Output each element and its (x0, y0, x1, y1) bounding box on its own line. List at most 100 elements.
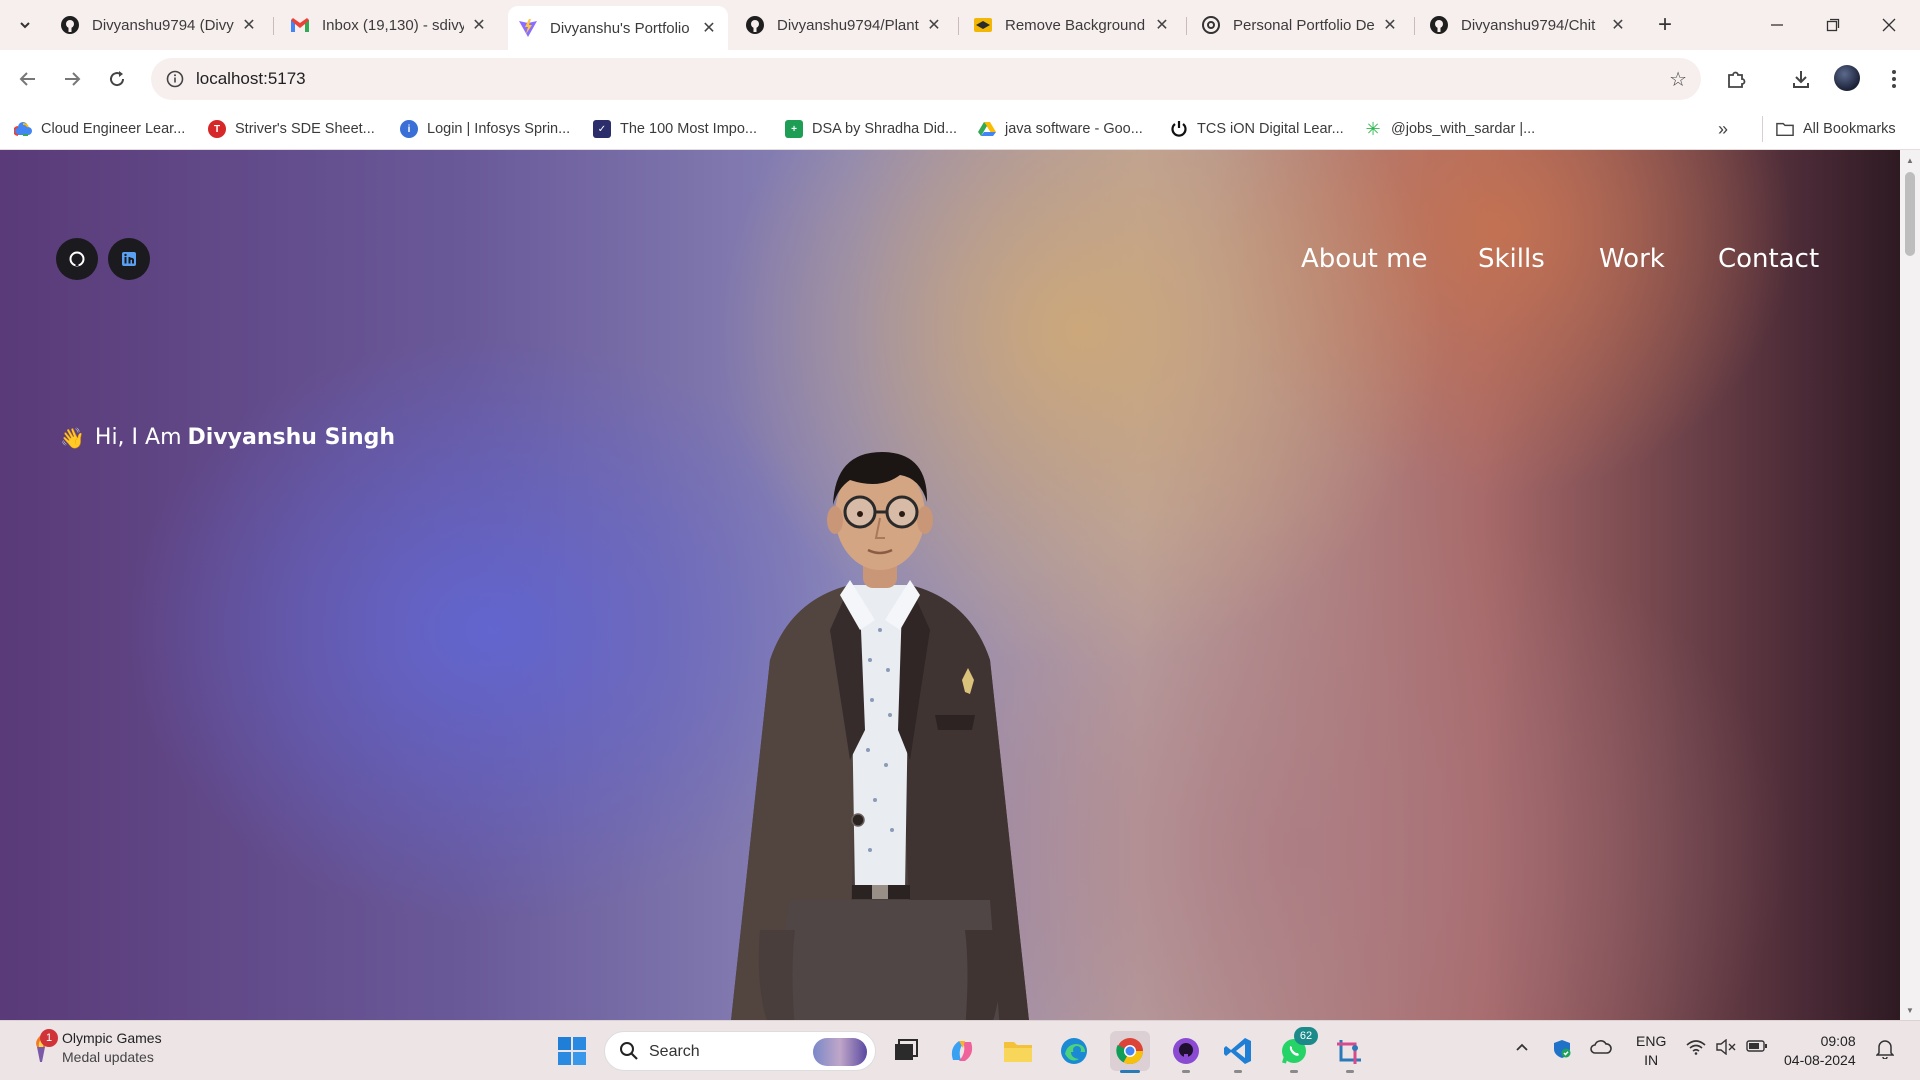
close-icon[interactable]: ✕ (1153, 16, 1171, 34)
close-window-button[interactable] (1866, 10, 1912, 40)
bookmark-tcs-ion[interactable]: TCS iON Digital Lear... (1170, 117, 1344, 141)
url-text[interactable]: localhost:5173 (196, 69, 306, 89)
bookmark-label: All Bookmarks (1803, 121, 1896, 137)
search-label: Search (649, 1043, 700, 1060)
battery-icon (1746, 1040, 1767, 1052)
linkedin-link-button[interactable] (108, 238, 150, 280)
profile-avatar[interactable] (1834, 65, 1860, 91)
bookmark-star-icon[interactable]: ☆ (1669, 67, 1687, 92)
nav-work[interactable]: Work (1599, 244, 1665, 274)
taskbar-search[interactable]: Search (604, 1031, 876, 1071)
start-button[interactable] (552, 1031, 592, 1071)
bookmark-infosys[interactable]: i Login | Infosys Sprin... (400, 117, 570, 141)
defender-tray-icon[interactable] (1552, 1039, 1572, 1064)
bookmark-cloud-engineer[interactable]: Cloud Engineer Lear... (14, 117, 185, 141)
running-indicator (1346, 1070, 1354, 1073)
chrome-icon (1116, 1038, 1144, 1065)
removebg-icon (973, 15, 993, 35)
volume-tray-icon[interactable] (1716, 1038, 1736, 1060)
wifi-tray-icon[interactable] (1686, 1039, 1706, 1060)
language-indicator[interactable]: ENG IN (1636, 1032, 1666, 1070)
tab-github-plant[interactable]: Divyanshu9794/Plant ✕ (735, 7, 953, 43)
scroll-down-icon[interactable]: ▼ (1905, 1006, 1915, 1016)
profile-portrait-image (731, 452, 1029, 1020)
more-bookmarks-button[interactable]: » (1718, 117, 1728, 141)
tab-github-profile[interactable]: Divyanshu9794 (Divy ✕ (50, 7, 268, 43)
whatsapp-button[interactable]: 62 (1274, 1027, 1318, 1073)
reload-button[interactable] (101, 63, 133, 95)
drive-icon (978, 120, 996, 138)
battery-tray-icon[interactable] (1746, 1039, 1768, 1058)
browser-toolbar: localhost:5173 ☆ (0, 50, 1920, 108)
github-icon (1429, 15, 1449, 35)
arrow-right-icon (65, 72, 81, 86)
nav-skills[interactable]: Skills (1478, 244, 1545, 274)
weather-news-widget[interactable]: 1 Olympic Games Medal updates (28, 1029, 162, 1067)
tab-gmail-inbox[interactable]: Inbox (19,130) - sdivy ✕ (280, 7, 498, 43)
snipping-tool-button[interactable] (1330, 1031, 1370, 1073)
onedrive-tray-icon[interactable] (1590, 1039, 1612, 1060)
restore-icon (1826, 18, 1840, 32)
github-icon (69, 251, 85, 267)
bookmark-dsa-shradha[interactable]: + DSA by Shradha Did... (785, 117, 957, 141)
notifications-button[interactable] (1875, 1039, 1895, 1064)
tab-title: Inbox (19,130) - sdivy (322, 16, 464, 34)
vscode-button[interactable] (1218, 1031, 1258, 1073)
bookmark-100-most[interactable]: ✓ The 100 Most Impo... (593, 117, 757, 141)
puzzle-icon (1728, 71, 1746, 88)
site-info-icon[interactable] (161, 65, 189, 93)
copilot-icon (951, 1041, 973, 1061)
tab-remove-background[interactable]: Remove Background ✕ (963, 7, 1181, 43)
address-bar[interactable]: localhost:5173 ☆ (151, 58, 1701, 100)
minimize-icon (1771, 24, 1783, 26)
wifi-icon (1686, 1040, 1706, 1055)
chrome-menu-button[interactable] (1878, 63, 1910, 95)
nav-about-me[interactable]: About me (1301, 244, 1427, 274)
github-icon (745, 15, 765, 35)
github-desktop-button[interactable] (1166, 1031, 1206, 1073)
tab-chatgpt[interactable]: Personal Portfolio De ✕ (1191, 7, 1409, 43)
chevron-down-icon (20, 22, 30, 29)
folder-icon (1776, 120, 1794, 138)
scrollbar-thumb[interactable] (1905, 172, 1915, 256)
tab-search-button[interactable] (10, 11, 40, 39)
sheets-icon: + (785, 120, 803, 138)
close-icon[interactable]: ✕ (1609, 16, 1627, 34)
close-icon[interactable]: ✕ (1381, 16, 1399, 34)
restore-button[interactable] (1810, 10, 1856, 40)
close-icon[interactable]: ✕ (925, 16, 943, 34)
task-view-button[interactable] (886, 1031, 926, 1071)
forward-button[interactable] (56, 63, 88, 95)
tab-github-chit[interactable]: Divyanshu9794/Chit ✕ (1419, 7, 1637, 43)
minimize-button[interactable] (1754, 10, 1800, 40)
system-clock[interactable]: 09:08 04-08-2024 (1784, 1032, 1856, 1070)
running-indicator (1290, 1070, 1298, 1073)
tab-strip: Divyanshu9794 (Divy ✕ Inbox (19,130) - s… (0, 0, 1920, 50)
bookmark-java-software[interactable]: java software - Goo... (978, 117, 1143, 141)
github-link-button[interactable] (56, 238, 98, 280)
bookmark-striver-sde[interactable]: T Striver's SDE Sheet... (208, 117, 375, 141)
new-tab-button[interactable]: + (1652, 11, 1678, 38)
tab-title: Divyanshu9794/Chit (1461, 16, 1596, 34)
downloads-button[interactable] (1785, 63, 1817, 95)
close-icon[interactable]: ✕ (240, 16, 258, 34)
bookmark-jobs-with-sardar[interactable]: ✳ @jobs_with_sardar |... (1364, 117, 1535, 141)
page-scrollbar[interactable]: ▲ ▼ (1900, 150, 1920, 1020)
copilot-button[interactable] (942, 1031, 982, 1071)
close-icon[interactable]: ✕ (700, 19, 718, 37)
edge-button[interactable] (1054, 1031, 1094, 1071)
all-bookmarks-button[interactable]: All Bookmarks (1776, 117, 1896, 141)
file-explorer-button[interactable] (998, 1031, 1038, 1071)
back-button[interactable] (12, 63, 44, 95)
clock-date: 04-08-2024 (1784, 1052, 1856, 1068)
close-icon[interactable]: ✕ (470, 16, 488, 34)
extensions-button[interactable] (1720, 63, 1752, 95)
snipping-tool-icon (1337, 1040, 1361, 1064)
scroll-up-icon[interactable]: ▲ (1905, 156, 1915, 166)
chrome-button[interactable] (1110, 1031, 1150, 1073)
tab-portfolio-active[interactable]: Divyanshu's Portfolio ✕ (508, 6, 728, 50)
show-hidden-icons-button[interactable] (1514, 1039, 1530, 1060)
running-indicator (1234, 1070, 1242, 1073)
nav-contact[interactable]: Contact (1718, 244, 1819, 274)
bookmark-label: TCS iON Digital Lear... (1197, 121, 1344, 137)
